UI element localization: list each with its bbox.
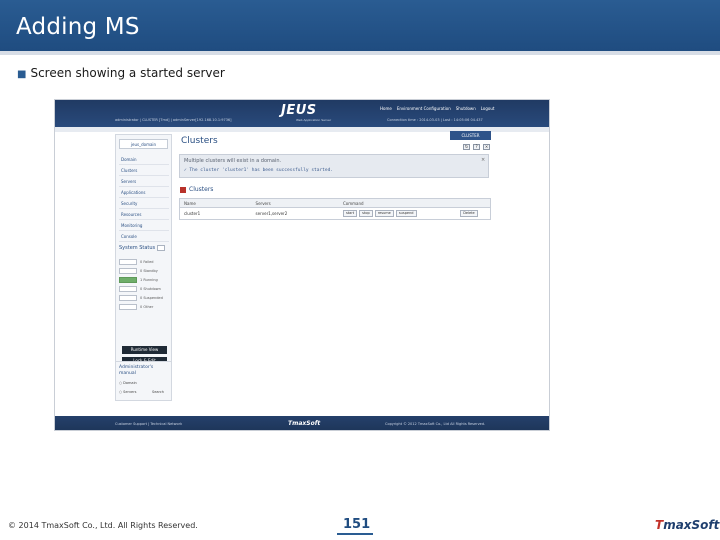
status-toggle-icon[interactable] [157,245,165,251]
manual-option-servers[interactable]: ○ Servers [119,390,136,394]
start-button[interactable]: start [342,210,358,217]
status-row: 0 Standby [119,266,169,275]
header-action [460,199,490,207]
stop-button[interactable]: stop [359,210,373,217]
embedded-screenshot: JEUS Web Application Server Home Environ… [54,99,550,431]
success-message: ✓ The cluster 'cluster1' has been succes… [184,168,334,173]
section-icon [180,186,186,193]
manual-box: Administrator's manual ○ Domain ○ Server… [115,361,172,401]
console-topbar: JEUS Web Application Server Home Environ… [55,100,549,127]
nav-item-resources[interactable]: Resources [119,209,169,220]
cell-name[interactable]: cluster1 [180,208,252,219]
notice-description: Multiple clusters will exist in a domain… [184,158,282,164]
top-menu: Home Environment Configuration Shutdown … [380,106,494,111]
cell-action: Delete [460,208,490,219]
nav-item-security[interactable]: Security [119,198,169,209]
manual-search-button[interactable]: Search [152,390,164,394]
slide-header: Adding MS [0,0,720,51]
status-list: 0 Failed 0 Standby 1 Running 0 Shutdown … [119,257,169,311]
status-bar [119,267,137,274]
status-bar-running [119,276,137,283]
left-nav: jeus_domain Domain Clusters Servers Appl… [115,134,172,398]
cell-servers: server1,server2 [255,211,288,216]
status-label: 0 Shutdown [140,286,161,291]
status-label: 0 Failed [140,259,154,264]
connection-info: Connection time : 2014-03-03 | Last : 14… [387,118,483,122]
footer-links[interactable]: Customer Support | Technical Network [115,422,182,426]
bullet-text: Screen showing a started server [30,66,225,80]
bullet-item: ■ Screen showing a started server [17,66,225,80]
runtime-view-button[interactable]: Runtime View [122,346,167,354]
tmaxsoft-logo: TmaxSoft [655,518,720,532]
header-command: Command [342,200,364,206]
nav-item-applications[interactable]: Applications [119,187,169,198]
status-row: 1 Running [119,275,169,284]
close-icon[interactable]: × [483,144,490,150]
system-status-title: System Status [119,245,156,251]
bullet-icon: ■ [17,69,27,80]
status-label: 1 Running [140,277,158,282]
header-rule [0,51,720,55]
table-header: Name Servers Command [180,199,490,208]
page-toolbar: ↻ ? × [463,144,490,150]
nav-item-servers[interactable]: Servers [119,176,169,187]
status-label: 0 Other [140,304,154,309]
domain-selector[interactable]: jeus_domain [119,139,168,149]
nav-list: Domain Clusters Servers Applications Sec… [119,154,169,242]
refresh-icon[interactable]: ↻ [463,144,470,150]
status-bar [119,285,137,292]
slide-title: Adding MS [16,14,140,40]
status-row: 0 Shutdown [119,284,169,293]
status-bar [119,294,137,301]
status-label: 0 Standby [140,268,158,273]
menu-environment[interactable]: Environment Configuration [397,106,451,111]
menu-logout[interactable]: Logout [481,106,495,111]
logo-subtitle: Web Application Server [296,118,332,122]
menu-shutdown[interactable]: Shutdown [456,106,476,111]
slide: Adding MS ■ Screen showing a started serv… [0,0,720,540]
nav-item-console[interactable]: Console [119,231,169,242]
status-row: 0 Other [119,302,169,311]
resume-button[interactable]: resume [374,210,394,217]
cell-commands: start stop resume suspend [339,208,460,219]
console-footer: Customer Support | Technical Network Tma… [55,416,549,430]
nav-item-domain[interactable]: Domain [119,154,169,165]
notice-box: Multiple clusters will exist in a domain… [179,154,489,178]
status-label: 0 Suspended [140,295,163,300]
section-header: Clusters [180,186,213,193]
jeus-logo: JEUS [281,103,317,118]
table-row: cluster1 server1,server2 start stop resu… [180,208,490,219]
suspend-button[interactable]: suspend [395,210,417,217]
status-row: 0 Failed [119,257,169,266]
slide-copyright: © 2014 TmaxSoft Co., Ltd. All Rights Res… [8,521,198,530]
menu-home[interactable]: Home [380,106,392,111]
status-row: 0 Suspended [119,293,169,302]
header-name: Name [184,201,196,206]
header-servers: Servers [255,201,271,206]
help-icon[interactable]: ? [473,144,480,150]
manual-title: Administrator's manual [119,365,154,376]
nav-item-clusters[interactable]: Clusters [119,165,169,176]
delete-button[interactable]: Delete [460,210,478,217]
manual-option-domain[interactable]: ○ Domain [119,381,137,385]
page-number: 151 [343,517,371,532]
page-number-rule [337,533,373,535]
status-bar [119,258,137,265]
footer-copyright: Copyright © 2012 TmaxSoft Co., Ltd All R… [385,422,486,426]
clusters-table: Name Servers Command cluster1 server1,se… [179,198,491,220]
main-content: Clusters ↻ ? × Multiple clusters will ex… [179,134,495,398]
section-label: Clusters [189,186,214,193]
user-info: administrator | CLUSTER [Tmd] | adminSer… [115,118,232,122]
status-bar [119,303,137,310]
nav-item-monitoring[interactable]: Monitoring [119,220,169,231]
page-title: Clusters [181,136,218,146]
footer-logo: TmaxSoft [288,420,321,427]
notice-close-icon[interactable]: × [481,157,485,163]
